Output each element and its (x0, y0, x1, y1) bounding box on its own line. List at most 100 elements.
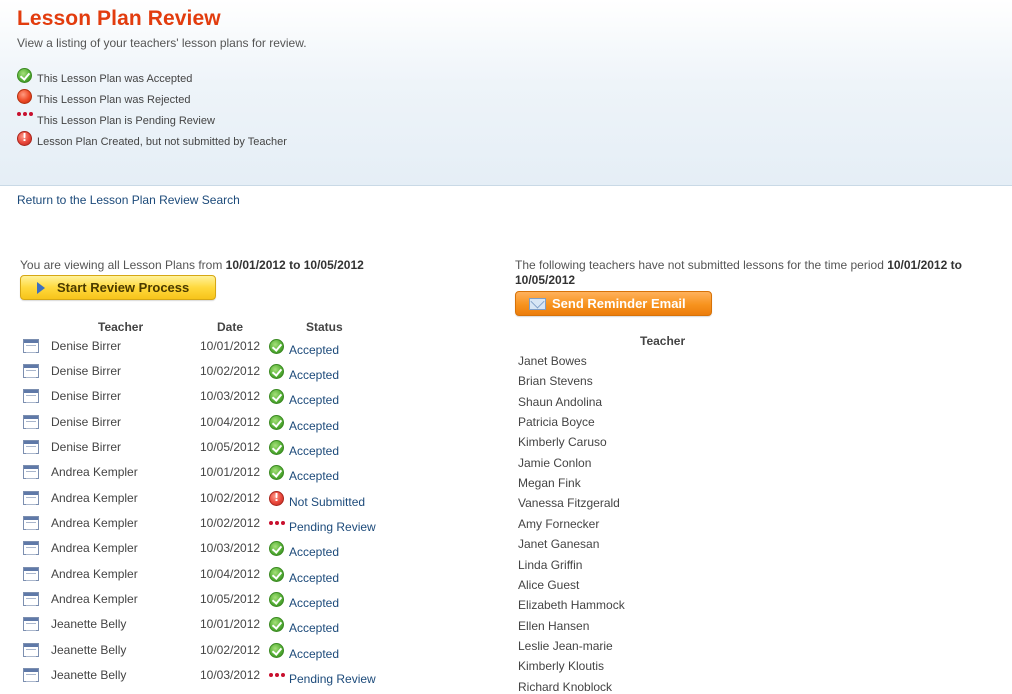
row-date: 10/04/2012 (200, 415, 261, 429)
row-status-link[interactable]: Not Submitted (289, 495, 365, 509)
lesson-plan-document-icon[interactable] (23, 491, 39, 505)
accepted-check-icon (17, 68, 32, 83)
row-status-link[interactable]: Pending Review (289, 520, 376, 534)
lesson-plan-document-icon[interactable] (23, 415, 39, 429)
column-header-teacher: Teacher (98, 320, 144, 334)
row-date: 10/02/2012 (200, 643, 261, 657)
rejected-dot-icon (17, 89, 32, 104)
lesson-plan-document-icon[interactable] (23, 364, 39, 378)
lesson-plan-document-icon[interactable] (23, 668, 39, 682)
table-row: Andrea Kempler 10/02/2012 Not Submitted (20, 490, 500, 515)
page-header: Lesson Plan Review View a listing of you… (0, 0, 1012, 186)
lesson-plan-document-icon[interactable] (23, 592, 39, 606)
start-review-label: Start Review Process (57, 280, 190, 295)
row-status-link[interactable]: Accepted (289, 545, 339, 559)
list-item: Alice Guest (518, 578, 580, 592)
row-status-link[interactable]: Accepted (289, 343, 339, 357)
row-date: 10/02/2012 (200, 364, 261, 378)
pending-dots-icon (269, 673, 285, 679)
list-item: Janet Bowes (518, 354, 587, 368)
row-status-link[interactable]: Accepted (289, 444, 339, 458)
row-teacher-name: Andrea Kempler (51, 592, 138, 606)
table-row: Andrea Kempler 10/04/2012 Accepted (20, 566, 500, 591)
page-title: Lesson Plan Review (17, 7, 221, 30)
row-date: 10/03/2012 (200, 389, 261, 403)
row-status-link[interactable]: Accepted (289, 571, 339, 585)
column-header-status: Status (306, 320, 343, 334)
list-item: Amy Fornecker (518, 517, 600, 531)
lesson-plans-panel: You are viewing all Lesson Plans from 10… (20, 258, 500, 686)
list-item: Elizabeth Hammock (518, 598, 625, 612)
table-row: Jeanette Belly 10/01/2012 Accepted (20, 616, 500, 641)
lesson-plan-document-icon[interactable] (23, 567, 39, 581)
lesson-plan-document-icon[interactable] (23, 465, 39, 479)
table-row: Andrea Kempler 10/01/2012 Accepted (20, 464, 500, 489)
accepted-check-icon (269, 592, 284, 607)
row-status-link[interactable]: Accepted (289, 469, 339, 483)
table-row: Denise Birrer 10/02/2012 Accepted (20, 363, 500, 388)
list-item: Brian Stevens (518, 374, 593, 388)
table-row: Denise Birrer 10/04/2012 Accepted (20, 414, 500, 439)
row-status-link[interactable]: Accepted (289, 393, 339, 407)
list-item: Patricia Boyce (518, 415, 595, 429)
row-date: 10/02/2012 (200, 491, 261, 505)
row-teacher-name: Denise Birrer (51, 440, 122, 454)
list-item: Linda Griffin (518, 558, 583, 572)
row-status-link[interactable]: Accepted (289, 419, 339, 433)
row-date: 10/03/2012 (200, 668, 261, 682)
notice-end-date: 10/05/2012 (515, 273, 576, 287)
table-row: Andrea Kempler 10/05/2012 Accepted (20, 591, 500, 616)
row-status-link[interactable]: Accepted (289, 368, 339, 382)
range-start-date: 10/01/2012 (225, 258, 286, 272)
lesson-plan-document-icon[interactable] (23, 643, 39, 657)
row-date: 10/03/2012 (200, 541, 261, 555)
lesson-plan-document-icon[interactable] (23, 389, 39, 403)
not-submitted-notice: The following teachers have not submitte… (515, 258, 1005, 288)
accepted-check-icon (269, 415, 284, 430)
lesson-plan-document-icon[interactable] (23, 339, 39, 353)
row-date: 10/05/2012 (200, 592, 261, 606)
lesson-plan-document-icon[interactable] (23, 440, 39, 454)
lesson-plan-document-icon[interactable] (23, 516, 39, 530)
row-teacher-name: Andrea Kempler (51, 516, 138, 530)
list-item: Janet Ganesan (518, 537, 600, 551)
row-teacher-name: Andrea Kempler (51, 541, 138, 555)
envelope-icon (529, 298, 546, 310)
accepted-check-icon (269, 465, 284, 480)
notice-start-date: 10/01/2012 (887, 258, 948, 272)
legend-label: This Lesson Plan is Pending Review (37, 115, 215, 127)
not-submitted-exclamation-icon (269, 491, 284, 506)
accepted-check-icon (269, 364, 284, 379)
list-item: Kimberly Caruso (518, 435, 607, 449)
range-to: to (285, 258, 304, 272)
table-row: Jeanette Belly 10/03/2012 Pending Review (20, 667, 500, 692)
row-date: 10/01/2012 (200, 339, 261, 353)
accepted-check-icon (269, 567, 284, 582)
row-date: 10/01/2012 (200, 465, 261, 479)
row-status-link[interactable]: Pending Review (289, 672, 376, 686)
row-teacher-name: Denise Birrer (51, 389, 122, 403)
legend-label: This Lesson Plan was Rejected (37, 94, 191, 106)
accepted-check-icon (269, 617, 284, 632)
viewing-prefix: You are viewing all Lesson Plans from (20, 258, 226, 272)
row-date: 10/02/2012 (200, 516, 261, 530)
accepted-check-icon (269, 643, 284, 658)
row-teacher-name: Andrea Kempler (51, 465, 138, 479)
list-item: Leslie Jean-marie (518, 639, 613, 653)
row-teacher-name: Jeanette Belly (51, 668, 127, 682)
row-status-link[interactable]: Accepted (289, 596, 339, 610)
range-end-date: 10/05/2012 (303, 258, 364, 272)
viewing-range-text: You are viewing all Lesson Plans from 10… (20, 258, 500, 272)
lesson-plan-document-icon[interactable] (23, 617, 39, 631)
column-header-date: Date (217, 320, 244, 334)
return-to-search-link[interactable]: Return to the Lesson Plan Review Search (17, 193, 240, 207)
row-status-link[interactable]: Accepted (289, 647, 339, 661)
table-row: Denise Birrer 10/05/2012 Accepted (20, 439, 500, 464)
row-status-link[interactable]: Accepted (289, 621, 339, 635)
send-reminder-email-button[interactable]: Send Reminder Email (515, 291, 712, 316)
lesson-plan-document-icon[interactable] (23, 541, 39, 555)
row-teacher-name: Jeanette Belly (51, 617, 127, 631)
start-review-process-button[interactable]: Start Review Process (20, 275, 216, 300)
notice-to: to (947, 258, 962, 272)
list-item: Ellen Hansen (518, 619, 590, 633)
